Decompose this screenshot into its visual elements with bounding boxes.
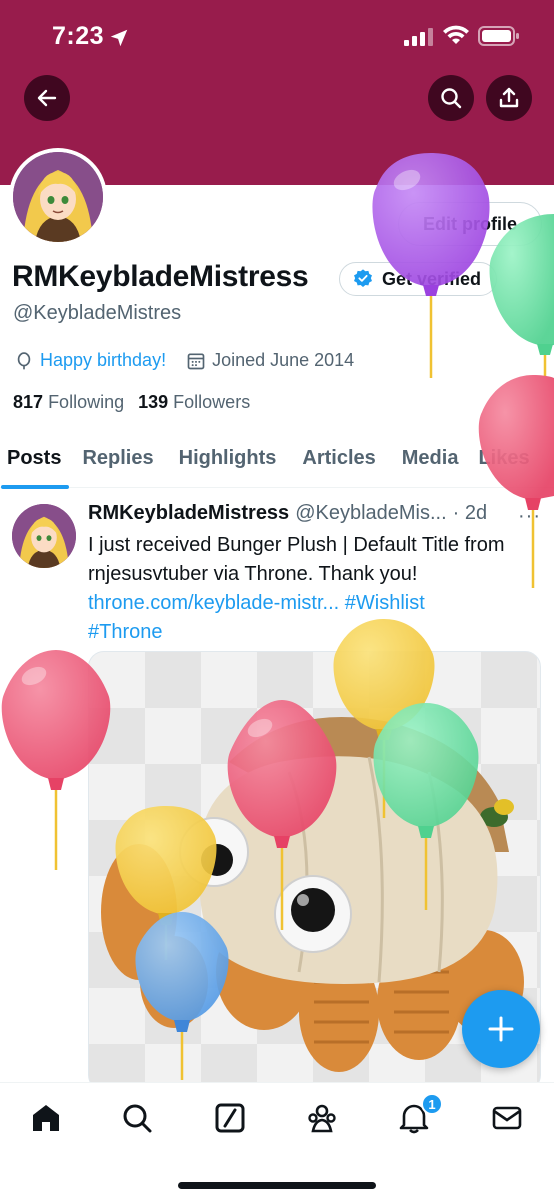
verified-badge-icon: [354, 269, 372, 287]
tab-media-label: Media: [401, 447, 459, 469]
get-verified-label: Get verified: [382, 268, 482, 289]
profile-tabs: Posts Replies Highlights Articles Media …: [0, 430, 554, 489]
tab-posts[interactable]: Posts: [1, 430, 69, 489]
profile-handle: @KeybladeMistres: [13, 302, 182, 324]
location-arrow-icon: [110, 29, 128, 47]
search-button[interactable]: [428, 75, 474, 121]
tweet-more-icon[interactable]: ···: [518, 505, 541, 528]
tweet-avatar-illustration: [12, 504, 76, 568]
avatar-illustration: [13, 152, 103, 242]
hashtag-wishlist[interactable]: #Wishlist: [345, 592, 425, 614]
tweet-header: RMKeybladeMistress @KeybladeMis... · 2d: [88, 502, 487, 525]
tab-posts-label: Posts: [7, 447, 62, 469]
profile-avatar[interactable]: [9, 148, 107, 246]
tweet-time: · 2d: [452, 502, 488, 524]
tweet-author-name[interactable]: RMKeybladeMistress: [88, 502, 289, 525]
status-time: 7:23: [52, 22, 105, 50]
battery-icon: [478, 26, 519, 46]
tab-replies[interactable]: Replies: [82, 430, 153, 488]
wifi-icon: [443, 25, 469, 44]
tweet-text: I just received Bunger Plush | Default T…: [88, 531, 538, 647]
tab-active-indicator: [1, 484, 69, 489]
tab-likes[interactable]: Likes: [478, 430, 529, 488]
followers-label: Followers: [173, 392, 251, 412]
birthday-text[interactable]: Happy birthday!: [40, 350, 166, 371]
explore-search-icon[interactable]: [120, 1101, 154, 1135]
tweet-link[interactable]: throne.com/keyblade-mistr...: [88, 592, 339, 614]
back-button[interactable]: [24, 75, 70, 121]
plus-icon: [488, 1016, 514, 1042]
share-button[interactable]: [486, 75, 532, 121]
tweet-body: I just received Bunger Plush | Default T…: [88, 534, 505, 585]
following-link[interactable]: 817 Following: [13, 392, 124, 413]
calendar-icon: [187, 353, 205, 369]
grok-icon[interactable]: [213, 1101, 247, 1135]
get-verified-button[interactable]: Get verified: [339, 262, 497, 296]
cellular-signal-icon: [404, 28, 433, 46]
share-icon: [499, 87, 519, 108]
home-indicator: [178, 1182, 376, 1189]
joined-date: Joined June 2014: [212, 350, 355, 370]
search-icon: [441, 88, 462, 109]
following-count: 817: [13, 392, 44, 412]
following-label: Following: [48, 392, 125, 412]
display-name: RMKeybladeMistress: [12, 260, 309, 293]
tab-articles-label: Articles: [302, 447, 376, 469]
arrow-left-icon: [37, 89, 57, 107]
tab-highlights-label: Highlights: [178, 447, 277, 469]
followers-count: 139: [138, 392, 169, 412]
tweet-avatar[interactable]: [12, 504, 76, 568]
home-icon[interactable]: [29, 1101, 63, 1135]
hashtag-throne[interactable]: #Throne: [88, 621, 163, 643]
tab-highlights[interactable]: Highlights: [179, 430, 277, 488]
followers-link[interactable]: 139 Followers: [138, 392, 250, 413]
compose-button[interactable]: [462, 990, 540, 1068]
balloon-icon: [17, 351, 31, 369]
communities-icon[interactable]: [305, 1101, 339, 1135]
tab-likes-label: Likes: [478, 447, 530, 469]
tab-articles[interactable]: Articles: [302, 430, 375, 488]
tab-media[interactable]: Media: [402, 430, 459, 488]
notification-badge: 1: [421, 1093, 443, 1115]
messages-envelope-icon[interactable]: [490, 1101, 524, 1135]
tab-replies-label: Replies: [82, 447, 154, 469]
follow-stats: 817 Following 139 Followers: [13, 392, 250, 413]
profile-meta: Happy birthday! Joined June 2014: [14, 350, 354, 371]
edit-profile-button[interactable]: Edit profile: [398, 202, 542, 246]
tweet-author-handle[interactable]: @KeybladeMis...: [295, 502, 446, 525]
status-bar: 7:23: [0, 0, 554, 74]
